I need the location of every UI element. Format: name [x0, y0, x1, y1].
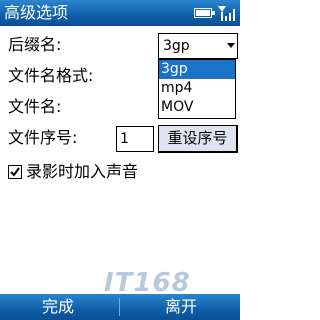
softkey-done[interactable]: 完成 [42, 297, 74, 317]
softkey-divider [119, 298, 120, 316]
filename-label: 文件名: [8, 97, 62, 116]
suffix-dropdown-list[interactable]: 3gp mp4 MOV [158, 59, 236, 119]
chevron-down-icon[interactable] [227, 43, 235, 48]
suffix-option-mov[interactable]: MOV [159, 98, 235, 117]
suffix-select[interactable]: 3gp [158, 33, 238, 59]
page-title: 高级选项 [4, 3, 69, 22]
battery-icon [194, 8, 215, 18]
softkey-exit[interactable]: 离开 [165, 297, 197, 317]
softkey-bar: 完成 离开 [0, 294, 240, 320]
record-audio-checkbox[interactable] [8, 165, 22, 179]
sequence-input-value: 1 [120, 131, 129, 147]
sequence-input[interactable]: 1 [116, 126, 154, 152]
filename-format-label: 文件名格式: [8, 66, 94, 85]
title-bar: 高级选项 [0, 0, 240, 26]
suffix-select-value: 3gp [163, 38, 190, 54]
suffix-option-3gp[interactable]: 3gp [159, 60, 235, 79]
record-audio-label[interactable]: 录影时加入声音 [26, 162, 138, 182]
checkmark-icon [10, 167, 20, 177]
suffix-label: 后缀名: [8, 35, 62, 54]
sequence-label: 文件序号: [8, 128, 78, 147]
signal-strength-icon [218, 6, 235, 21]
reset-sequence-button[interactable]: 重设序号 [158, 125, 238, 153]
suffix-option-mp4[interactable]: mp4 [159, 79, 235, 98]
